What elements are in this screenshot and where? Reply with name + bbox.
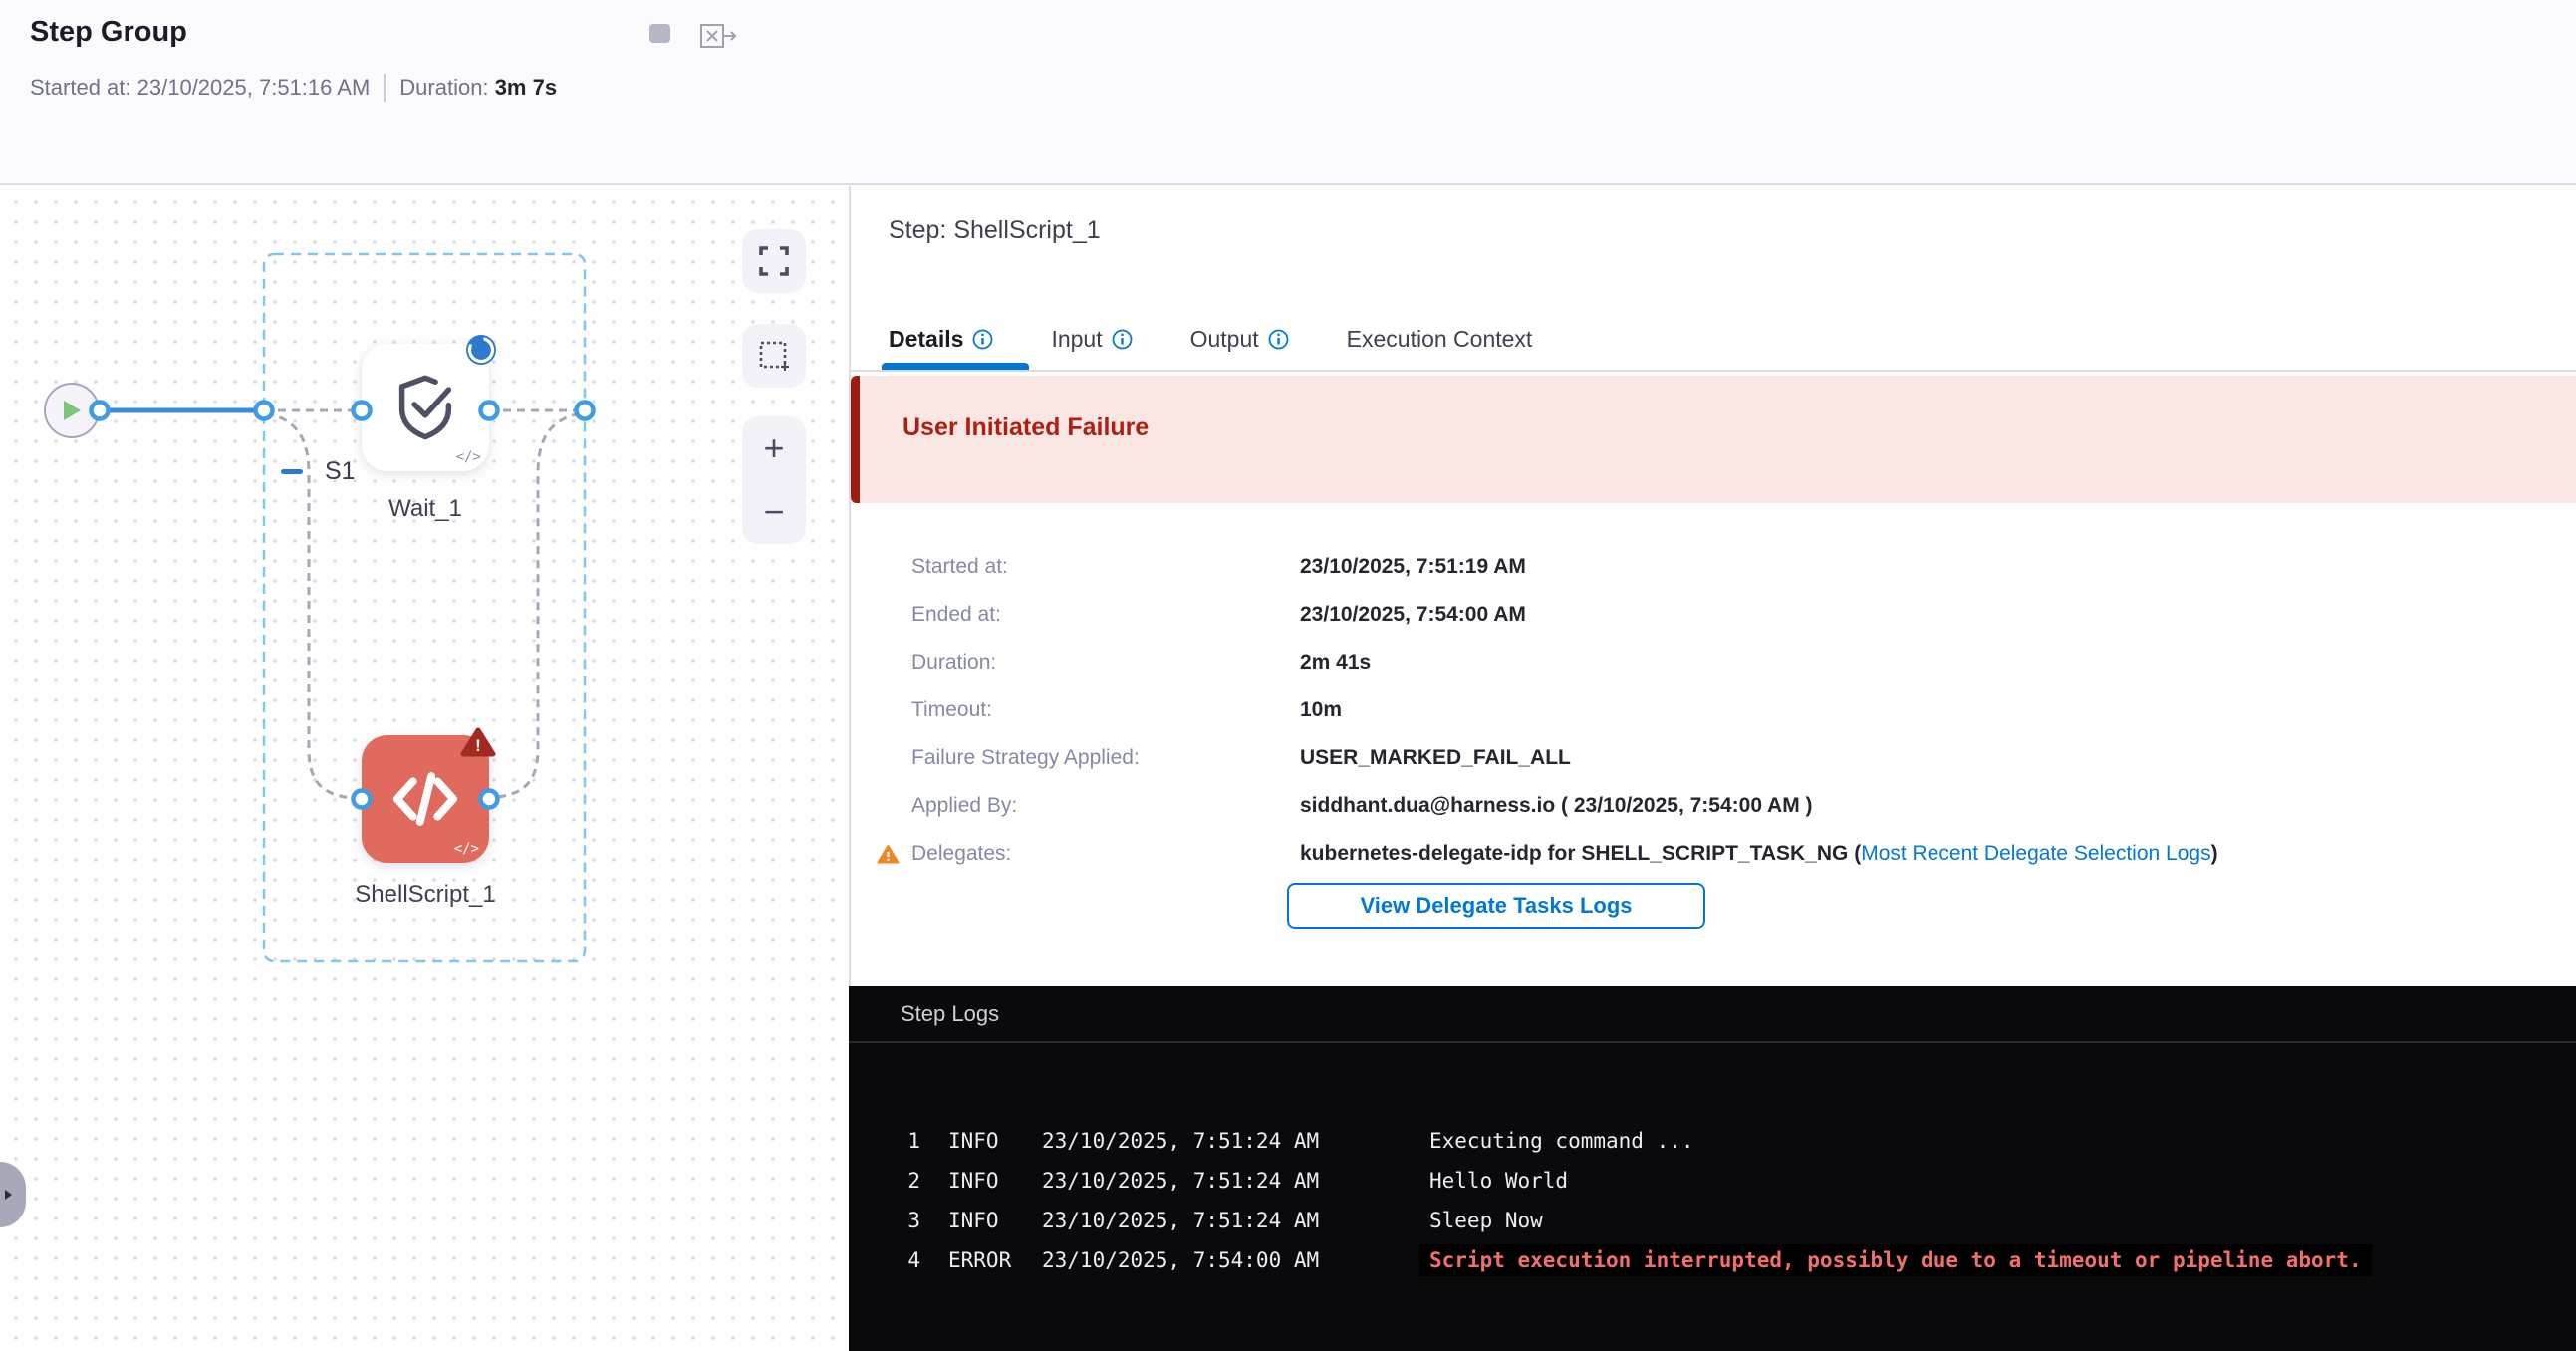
detail-row: Ended at:23/10/2025, 7:54:00 AM bbox=[877, 591, 2550, 639]
node-shellscript-1[interactable]: ! </> bbox=[362, 735, 489, 863]
step-logs-body[interactable]: 1INFO23/10/2025, 7:51:24 AMExecuting com… bbox=[849, 1045, 2576, 1351]
stage-label: S1 bbox=[325, 457, 356, 486]
zoom-out-button[interactable]: − bbox=[742, 480, 806, 544]
node-wait-label: Wait_1 bbox=[296, 495, 555, 523]
svg-text:!: ! bbox=[475, 736, 481, 755]
shield-check-icon bbox=[386, 369, 464, 446]
step-logs-header: Step Logs bbox=[849, 986, 2576, 1043]
step-details-list: Started at:23/10/2025, 7:51:19 AM Ended … bbox=[877, 543, 2550, 878]
warning-icon bbox=[877, 844, 900, 864]
log-line: 3INFO23/10/2025, 7:51:24 AMSleep Now bbox=[849, 1201, 2576, 1240]
tabs-separator bbox=[851, 370, 2576, 372]
log-line: 2INFO23/10/2025, 7:51:24 AMHello World bbox=[849, 1161, 2576, 1201]
failure-banner: User Initiated Failure bbox=[851, 376, 2576, 503]
tab-details[interactable]: Details bbox=[889, 326, 993, 353]
code-icon bbox=[382, 755, 469, 843]
tab-execution-context[interactable]: Execution Context bbox=[1347, 326, 1533, 353]
step-logs-console: Step Logs 1INFO23/10/2025, 7:51:24 AMExe… bbox=[849, 986, 2576, 1351]
tabs-row: Details Input Output Execution Context bbox=[889, 326, 1532, 353]
exit-execution-icon[interactable] bbox=[700, 24, 738, 51]
marquee-select-button[interactable] bbox=[742, 324, 806, 388]
log-line: 1INFO23/10/2025, 7:51:24 AMExecuting com… bbox=[849, 1121, 2576, 1161]
pipeline-execution-view: Step Group Started at: 23/10/2025, 7:51:… bbox=[0, 0, 2576, 1351]
execution-header: Step Group Started at: 23/10/2025, 7:51:… bbox=[0, 0, 2576, 185]
pipeline-start-node[interactable] bbox=[44, 383, 100, 438]
stage-group-header: S1 bbox=[281, 457, 356, 486]
detail-row: Duration:2m 41s bbox=[877, 639, 2550, 686]
detail-row: Timeout:10m bbox=[877, 686, 2550, 734]
error-warning-badge-icon: ! bbox=[460, 727, 496, 757]
execution-meta: Started at: 23/10/2025, 7:51:16 AM Durat… bbox=[30, 74, 557, 102]
log-line-error: 4ERROR23/10/2025, 7:54:00 AMScript execu… bbox=[849, 1240, 2576, 1280]
failure-banner-accent bbox=[851, 376, 860, 503]
marquee-select-icon bbox=[759, 341, 789, 371]
zoom-controls: + − bbox=[742, 416, 806, 544]
delegate-selection-logs-link[interactable]: Most Recent Delegate Selection Logs bbox=[1861, 842, 2210, 865]
step-title: Step: ShellScript_1 bbox=[889, 216, 1101, 245]
code-mini-icon: </> bbox=[454, 841, 479, 857]
delegates-value: kubernetes-delegate-idp for SHELL_SCRIPT… bbox=[1300, 830, 2218, 878]
page-title: Step Group bbox=[30, 16, 187, 49]
info-icon[interactable] bbox=[1112, 329, 1133, 350]
chevron-right-icon bbox=[3, 1189, 13, 1201]
pipeline-graph-canvas[interactable]: S1 </> Wait_1 ! bbox=[0, 186, 849, 1351]
view-delegate-tasks-logs-button[interactable]: View Delegate Tasks Logs bbox=[1287, 883, 1705, 929]
duration-text: Duration: 3m 7s bbox=[399, 75, 557, 101]
expand-panel-handle[interactable] bbox=[0, 1162, 26, 1227]
stage-collapse-icon[interactable] bbox=[281, 469, 303, 474]
stop-square-icon[interactable] bbox=[649, 24, 671, 47]
started-at-text: Started at: 23/10/2025, 7:51:16 AM bbox=[30, 75, 370, 101]
tab-output[interactable]: Output bbox=[1190, 326, 1289, 353]
node-wait-1[interactable]: </> bbox=[362, 344, 489, 471]
fit-view-button[interactable] bbox=[742, 229, 806, 293]
info-icon[interactable] bbox=[1268, 329, 1289, 350]
failure-banner-text: User Initiated Failure bbox=[902, 413, 1149, 442]
detail-row: Applied By:siddhant.dua@harness.io ( 23/… bbox=[877, 782, 2550, 830]
running-status-badge bbox=[464, 333, 498, 367]
info-icon[interactable] bbox=[972, 329, 993, 350]
meta-divider bbox=[384, 74, 386, 102]
active-tab-underline bbox=[882, 363, 1029, 370]
play-icon bbox=[61, 399, 83, 422]
detail-row-delegates: Delegates: kubernetes-delegate-idp for S… bbox=[877, 830, 2550, 878]
detail-row: Failure Strategy Applied:USER_MARKED_FAI… bbox=[877, 734, 2550, 782]
tab-input[interactable]: Input bbox=[1051, 326, 1132, 353]
step-details-panel: Step: ShellScript_1 Details Input Output bbox=[849, 186, 2576, 986]
fullscreen-icon bbox=[759, 246, 789, 276]
zoom-in-button[interactable]: + bbox=[742, 416, 806, 480]
node-shellscript-label: ShellScript_1 bbox=[296, 881, 555, 909]
detail-row: Started at:23/10/2025, 7:51:19 AM bbox=[877, 543, 2550, 591]
code-mini-icon: </> bbox=[456, 449, 481, 465]
